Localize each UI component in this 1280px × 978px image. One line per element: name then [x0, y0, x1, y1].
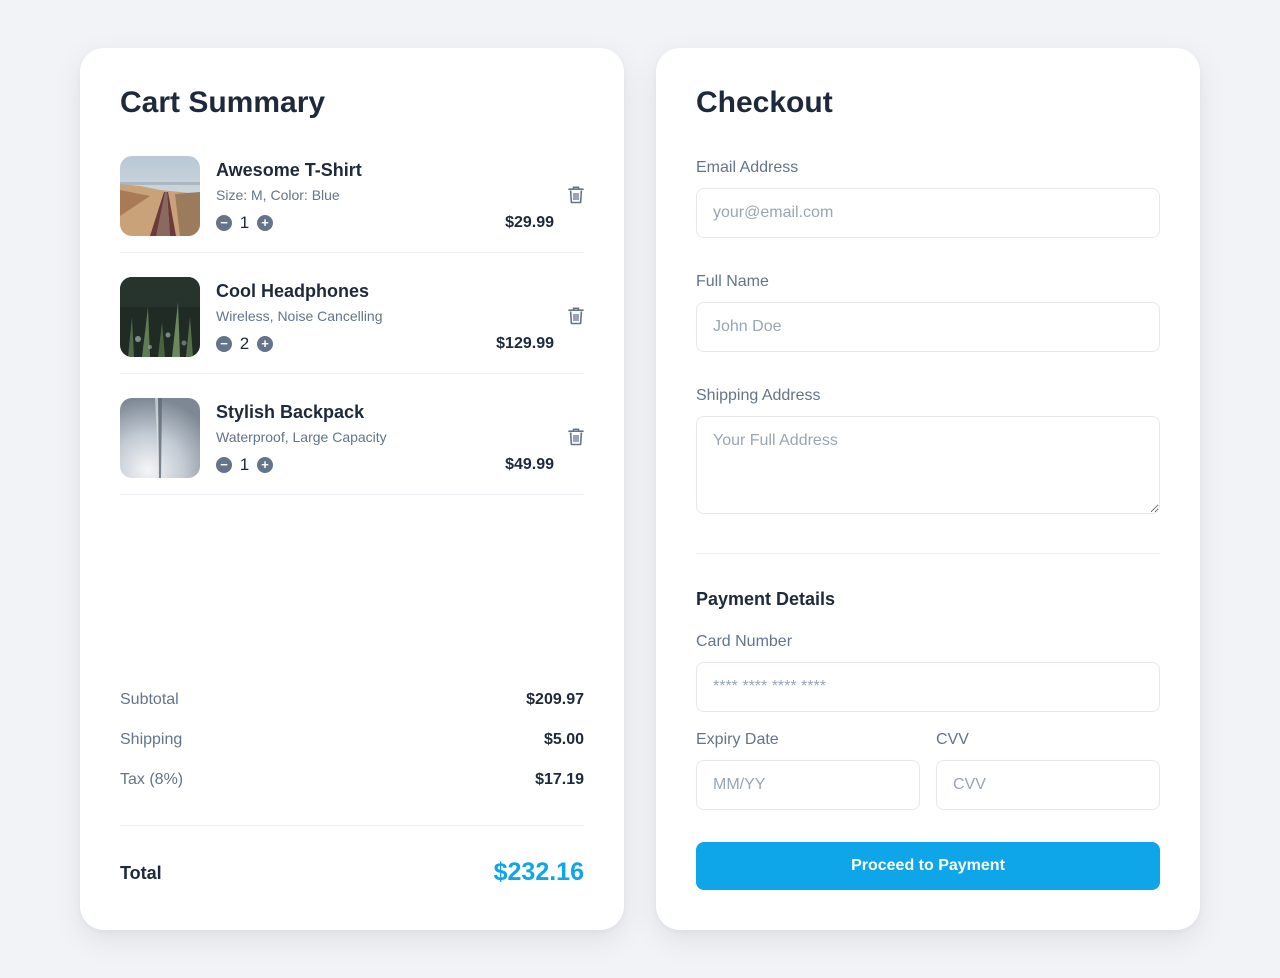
- item-description: Waterproof, Large Capacity: [216, 429, 387, 445]
- full-name-label: Full Name: [696, 273, 769, 290]
- minus-icon[interactable]: −: [216, 336, 232, 352]
- proceed-to-payment-button[interactable]: Proceed to Payment: [696, 842, 1160, 890]
- cvv-field[interactable]: [936, 760, 1160, 810]
- item-description: Wireless, Noise Cancelling: [216, 308, 383, 324]
- quantity-stepper: − 2 +: [216, 334, 273, 353]
- cart-summary-panel: Cart Summary Awesome T-Shirt Size: M, Co…: [80, 48, 624, 930]
- expiry-date-label: Expiry Date: [696, 731, 779, 748]
- item-name: Stylish Backpack: [216, 402, 365, 422]
- full-name-field[interactable]: [696, 302, 1160, 352]
- sky-photo: [120, 398, 200, 478]
- tax-row: Tax (8%) $17.19: [120, 771, 584, 791]
- tax-label: Tax (8%): [120, 771, 184, 788]
- expiry-date-field[interactable]: [696, 760, 920, 810]
- item-name: Cool Headphones: [216, 281, 370, 301]
- trash-icon[interactable]: [568, 307, 584, 325]
- quantity-stepper: − 1 +: [216, 455, 273, 474]
- plants-photo: [120, 277, 200, 357]
- item-description: Size: M, Color: Blue: [216, 187, 340, 203]
- shipping-address-label: Shipping Address: [696, 387, 821, 404]
- cart-item: Stylish Backpack Waterproof, Large Capac…: [120, 398, 584, 495]
- item-price: $29.99: [505, 214, 554, 231]
- cvv-label: CVV: [936, 731, 969, 748]
- minus-icon[interactable]: −: [216, 457, 232, 473]
- tax-value: $17.19: [535, 771, 584, 788]
- item-price: $49.99: [505, 456, 554, 473]
- item-price: $129.99: [496, 335, 554, 352]
- quantity-stepper: − 1 +: [216, 213, 273, 232]
- quantity-value: 1: [239, 213, 250, 232]
- cart-item: Cool Headphones Wireless, Noise Cancelli…: [120, 277, 584, 374]
- quantity-value: 2: [239, 334, 250, 353]
- shipping-address-field[interactable]: [696, 416, 1160, 514]
- subtotal-row: Subtotal $209.97: [120, 691, 584, 711]
- plus-icon[interactable]: +: [257, 215, 273, 231]
- subtotal-label: Subtotal: [120, 691, 179, 708]
- quantity-value: 1: [239, 455, 250, 474]
- summary-divider: [120, 825, 584, 826]
- total-value: $232.16: [493, 858, 584, 886]
- trash-icon[interactable]: [568, 428, 584, 446]
- shipping-label: Shipping: [120, 731, 183, 748]
- plus-icon[interactable]: +: [257, 336, 273, 352]
- plus-icon[interactable]: +: [257, 457, 273, 473]
- email-field[interactable]: [696, 188, 1160, 238]
- form-divider: [696, 553, 1160, 554]
- shipping-value: $5.00: [543, 731, 584, 748]
- trash-icon[interactable]: [568, 186, 584, 204]
- total-label: Total: [120, 863, 162, 883]
- checkout-title: Checkout: [696, 86, 833, 119]
- checkout-panel: Checkout Email Address Full Name Shippin…: [656, 48, 1200, 930]
- item-name: Awesome T-Shirt: [216, 160, 362, 180]
- cart-title: Cart Summary: [120, 86, 326, 119]
- shipping-row: Shipping $5.00: [120, 731, 584, 751]
- railway-photo: [120, 156, 200, 236]
- cart-item: Awesome T-Shirt Size: M, Color: Blue − 1…: [120, 156, 584, 253]
- minus-icon[interactable]: −: [216, 215, 232, 231]
- payment-details-title: Payment Details: [696, 589, 836, 609]
- email-label: Email Address: [696, 159, 799, 176]
- subtotal-value: $209.97: [526, 691, 584, 708]
- card-number-label: Card Number: [696, 633, 793, 650]
- card-number-field[interactable]: [696, 662, 1160, 712]
